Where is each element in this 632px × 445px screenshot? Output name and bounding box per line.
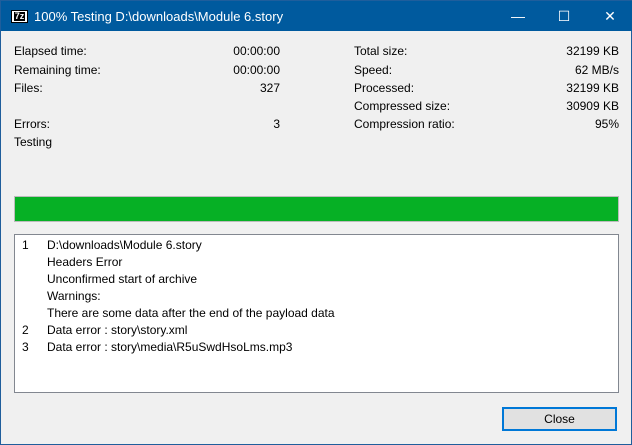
message-text: D:\downloads\Module 6.story bbox=[47, 238, 202, 252]
processed-label: Processed: bbox=[354, 81, 415, 95]
elapsed-time-label: Elapsed time: bbox=[14, 44, 87, 58]
list-item[interactable]: Warnings: bbox=[15, 288, 618, 305]
maximize-button[interactable]: ☐ bbox=[541, 1, 587, 31]
window-title: 100% Testing D:\downloads\Module 6.story bbox=[34, 8, 284, 24]
elapsed-time-value: 00:00:00 bbox=[233, 44, 280, 58]
close-button[interactable]: Close bbox=[502, 407, 617, 431]
processed-value: 32199 KB bbox=[566, 81, 619, 95]
compressed-size-label: Compressed size: bbox=[354, 99, 451, 113]
7zip-logo-icon: 7z bbox=[11, 9, 28, 23]
errors-label: Errors: bbox=[14, 117, 50, 131]
message-text: Unconfirmed start of archive bbox=[47, 272, 198, 286]
speed-value: 62 MB/s bbox=[574, 63, 619, 77]
message-text: There are some data after the end of the… bbox=[47, 306, 335, 320]
total-size-label: Total size: bbox=[354, 44, 408, 58]
minimize-button[interactable]: — bbox=[495, 1, 541, 31]
title-bar: 7z 100% Testing D:\downloads\Module 6.st… bbox=[1, 1, 632, 31]
message-number: 3 bbox=[22, 340, 29, 354]
list-item[interactable]: Headers Error bbox=[15, 254, 618, 271]
speed-label: Speed: bbox=[354, 63, 393, 77]
message-number: 2 bbox=[22, 323, 29, 337]
message-text: Warnings: bbox=[47, 289, 101, 303]
errors-value: 3 bbox=[273, 117, 280, 131]
message-text: Data error : story\media\R5uSwdHsoLms.mp… bbox=[47, 340, 293, 354]
message-text: Headers Error bbox=[47, 255, 123, 269]
list-item[interactable]: 3 Data error : story\media\R5uSwdHsoLms.m… bbox=[15, 339, 618, 356]
list-item[interactable]: Unconfirmed start of archive bbox=[15, 271, 618, 288]
files-value: 327 bbox=[259, 81, 280, 95]
message-text: Data error : story\story.xml bbox=[47, 323, 188, 337]
status-text: Testing bbox=[14, 135, 53, 149]
compression-ratio-value: 95% bbox=[594, 117, 619, 131]
close-window-button[interactable]: ✕ bbox=[587, 1, 632, 31]
message-list[interactable]: 1 D:\downloads\Module 6.story Headers Erro… bbox=[14, 234, 619, 393]
list-item[interactable]: 1 D:\downloads\Module 6.story bbox=[15, 237, 618, 254]
files-label: Files: bbox=[14, 81, 43, 95]
message-number: 1 bbox=[22, 238, 29, 252]
compressed-size-value: 30909 KB bbox=[566, 99, 619, 113]
remaining-time-value: 00:00:00 bbox=[233, 63, 280, 77]
progress-bar bbox=[14, 196, 619, 222]
remaining-time-label: Remaining time: bbox=[14, 63, 101, 77]
list-item[interactable]: 2 Data error : story\story.xml bbox=[15, 322, 618, 339]
compression-ratio-label: Compression ratio: bbox=[354, 117, 455, 131]
list-item[interactable]: There are some data after the end of the… bbox=[15, 305, 618, 322]
progress-fill bbox=[15, 197, 618, 221]
total-size-value: 32199 KB bbox=[566, 44, 619, 58]
